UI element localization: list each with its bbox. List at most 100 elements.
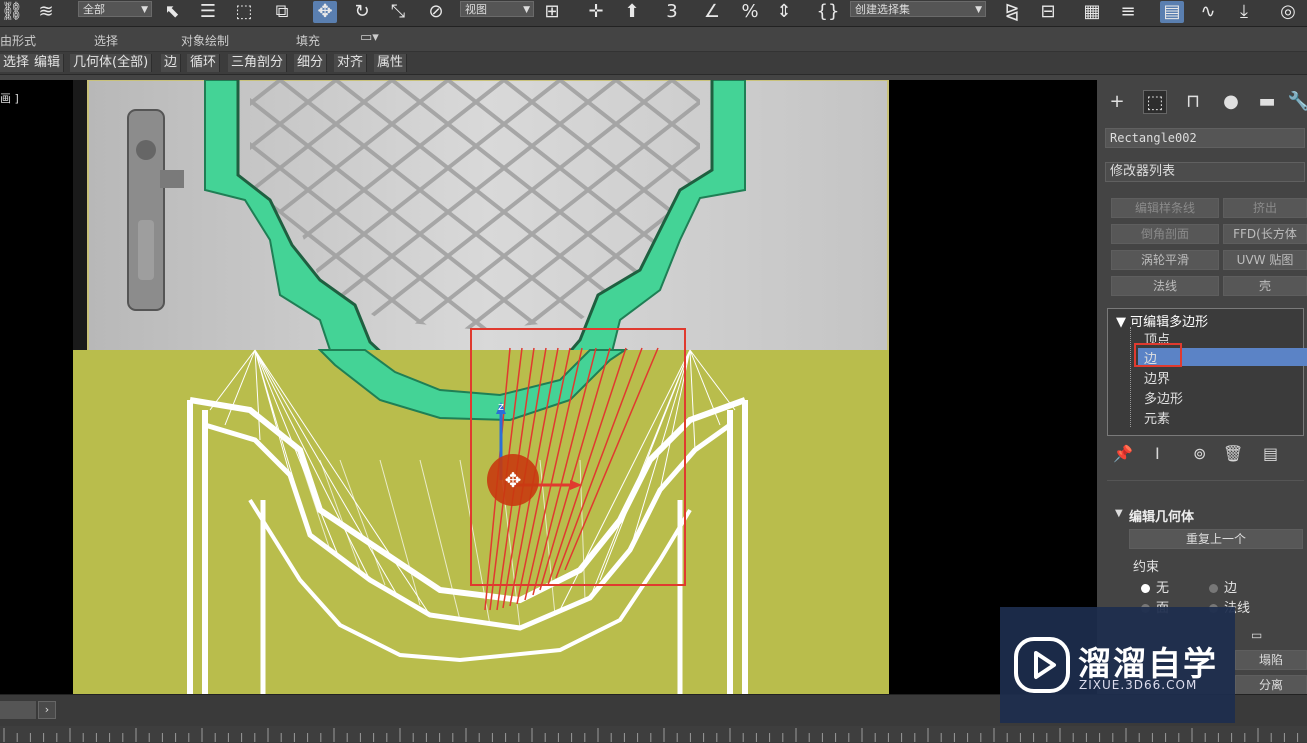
panel-select[interactable]: 选择: [0, 54, 34, 72]
collapse-button[interactable]: 塌陷: [1235, 650, 1307, 670]
mirror-icon[interactable]: ⧎: [1000, 1, 1024, 23]
reference-coord-value: 视图: [465, 3, 487, 16]
timeline-ticks: [3, 728, 1299, 742]
ffd-box-button[interactable]: FFD(长方体: [1223, 224, 1307, 244]
select-object-icon[interactable]: ⬉: [160, 1, 184, 23]
play-logo-icon: [1014, 637, 1070, 693]
panel-align[interactable]: 对齐: [334, 54, 368, 72]
subobject-polygon[interactable]: 多边形: [1144, 388, 1183, 407]
extrude-button[interactable]: 挤出: [1223, 198, 1307, 218]
pivot-center-icon[interactable]: ⊞: [540, 1, 564, 23]
turbosmooth-button[interactable]: 涡轮平滑: [1111, 250, 1219, 270]
constraint-none-radio[interactable]: 无: [1141, 577, 1169, 596]
rect-selection-icon[interactable]: ⬚: [232, 1, 256, 23]
display-tab-icon[interactable]: ▬: [1255, 90, 1279, 114]
modifier-list-dropdown[interactable]: 修改器列表: [1105, 162, 1305, 182]
select-manipulate-icon[interactable]: ✛: [584, 1, 608, 23]
object-name-field[interactable]: Rectangle002: [1105, 128, 1305, 148]
toggle-ribbon-icon[interactable]: ▤: [1160, 1, 1184, 23]
timeline-ruler[interactable]: [0, 726, 1307, 742]
bind-spacewarp-icon[interactable]: ≋: [34, 1, 58, 23]
edit-geometry-title[interactable]: 编辑几何体: [1129, 506, 1194, 525]
normal-button[interactable]: 法线: [1111, 276, 1219, 296]
edit-named-sets-icon[interactable]: {}: [816, 1, 840, 23]
tab-selection[interactable]: 选择: [94, 32, 118, 49]
angle-snap-icon[interactable]: ∠: [700, 1, 724, 23]
viewport-scene[interactable]: ✥ z: [0, 80, 1097, 694]
panel-edit[interactable]: 编辑: [31, 54, 65, 72]
panel-subdivision[interactable]: 细分: [294, 54, 328, 72]
motion-tab-icon[interactable]: ●: [1219, 90, 1243, 114]
remove-modifier-icon[interactable]: 🗑: [1223, 444, 1243, 463]
configure-sets-icon[interactable]: ▤: [1263, 444, 1278, 463]
ribbon-options-icon[interactable]: ▭▾: [360, 30, 379, 45]
curve-editor-icon[interactable]: ∿: [1196, 1, 1220, 23]
selection-filter-dropdown[interactable]: 全部 ▼: [78, 1, 152, 17]
subobject-border[interactable]: 边界: [1144, 368, 1170, 387]
hierarchy-tab-icon[interactable]: ⊓: [1181, 90, 1205, 114]
utilities-tab-icon[interactable]: 🔧: [1287, 90, 1307, 114]
link-icon[interactable]: ⛓: [0, 1, 24, 23]
svg-text:✥: ✥: [505, 468, 522, 492]
settings-icon[interactable]: ▭: [1251, 628, 1262, 642]
tree-line: [1130, 327, 1132, 427]
main-toolbar: ⛓ ≋ 全部 ▼ ⬉ ☰ ⬚ ⧉ ✥ ↻ ⤡ ⊘ 视图 ▼ ⊞ ✛ ⬆ 3 ∠ % …: [0, 0, 1307, 27]
make-unique-icon[interactable]: ⊚: [1193, 444, 1206, 463]
keyboard-shortcut-icon[interactable]: ⬆: [620, 1, 644, 23]
edit-spline-button[interactable]: 编辑样条线: [1111, 198, 1219, 218]
watermark-logo: 溜溜自学 ZIXUE.3D66.COM: [1000, 607, 1235, 723]
next-frame-icon[interactable]: ›: [38, 701, 56, 719]
window-crossing-icon[interactable]: ⧉: [270, 1, 294, 23]
move-icon[interactable]: ✥: [313, 1, 337, 23]
panel-edges[interactable]: 边: [161, 54, 182, 72]
watermark-url: ZIXUE.3D66.COM: [1079, 678, 1198, 692]
align-icon[interactable]: ⊟: [1036, 1, 1060, 23]
spinner-snap-icon[interactable]: ⇕: [772, 1, 796, 23]
panel-properties[interactable]: 属性: [374, 54, 408, 72]
reference-coord-dropdown[interactable]: 视图 ▼: [460, 1, 534, 17]
rollout-collapse-icon[interactable]: ▼: [1115, 508, 1123, 519]
create-tab-icon[interactable]: +: [1105, 90, 1129, 114]
percent-snap-icon[interactable]: %: [738, 1, 762, 23]
detach-button[interactable]: 分离: [1235, 675, 1307, 695]
ribbon-tabs: 由形式 选择 对象绘制 填充 ▭▾: [0, 27, 1307, 51]
tab-object-paint[interactable]: 对象绘制: [181, 32, 229, 49]
uvw-map-button[interactable]: UVW 贴图: [1223, 250, 1307, 270]
layers-icon[interactable]: ≡: [1116, 1, 1140, 23]
ribbon-panel-bar: 选择 编辑 几何体(全部) 边 循环 三角剖分 细分 对齐 属性: [0, 51, 1307, 75]
schematic-view-icon[interactable]: ⤓: [1232, 1, 1256, 23]
divider: [1107, 480, 1304, 481]
show-end-result-icon[interactable]: Ⅰ: [1155, 444, 1160, 463]
scale-icon[interactable]: ⤡: [386, 1, 410, 23]
subobject-element[interactable]: 元素: [1144, 408, 1170, 427]
perspective-viewport[interactable]: 画 ] ✥ z: [0, 80, 1097, 694]
named-selection-value: 创建选择集: [855, 3, 910, 16]
panel-loops[interactable]: 循环: [187, 54, 221, 72]
modify-tab-icon[interactable]: ⬚: [1143, 90, 1167, 114]
panel-geometry-all[interactable]: 几何体(全部): [70, 54, 153, 72]
constraints-label: 约束: [1133, 560, 1160, 575]
material-editor-icon[interactable]: ◎: [1276, 1, 1300, 23]
select-by-name-icon[interactable]: ☰: [196, 1, 220, 23]
constraint-none-label: 无: [1156, 581, 1170, 596]
door-edge-left: [73, 80, 89, 352]
gizmo-z-label: z: [498, 400, 504, 413]
pin-stack-icon[interactable]: 📌: [1113, 444, 1133, 463]
tab-populate[interactable]: 填充: [296, 32, 320, 49]
stack-root-editable-poly[interactable]: ▼ 可编辑多边形: [1116, 311, 1208, 330]
constraint-edge-radio[interactable]: 边: [1209, 577, 1237, 596]
viewport-background-right: [889, 80, 1097, 694]
modifier-stack[interactable]: ▼ 可编辑多边形 顶点 边 边界 多边形 元素: [1107, 308, 1307, 436]
named-selection-dropdown[interactable]: 创建选择集 ▼: [850, 1, 986, 17]
rotate-icon[interactable]: ↻: [350, 1, 374, 23]
time-slider-track[interactable]: [0, 701, 36, 719]
shell-button[interactable]: 壳: [1223, 276, 1307, 296]
bevel-profile-button[interactable]: 倒角剖面: [1111, 224, 1219, 244]
layer-explorer-icon[interactable]: ▦: [1080, 1, 1104, 23]
snaps-toggle-icon[interactable]: 3: [660, 1, 684, 23]
placement-icon[interactable]: ⊘: [424, 1, 448, 23]
constraint-edge-label: 边: [1224, 581, 1238, 596]
panel-tris[interactable]: 三角剖分: [228, 54, 288, 72]
tab-freeform[interactable]: 由形式: [0, 32, 36, 49]
repeat-last-button[interactable]: 重复上一个: [1129, 529, 1303, 549]
